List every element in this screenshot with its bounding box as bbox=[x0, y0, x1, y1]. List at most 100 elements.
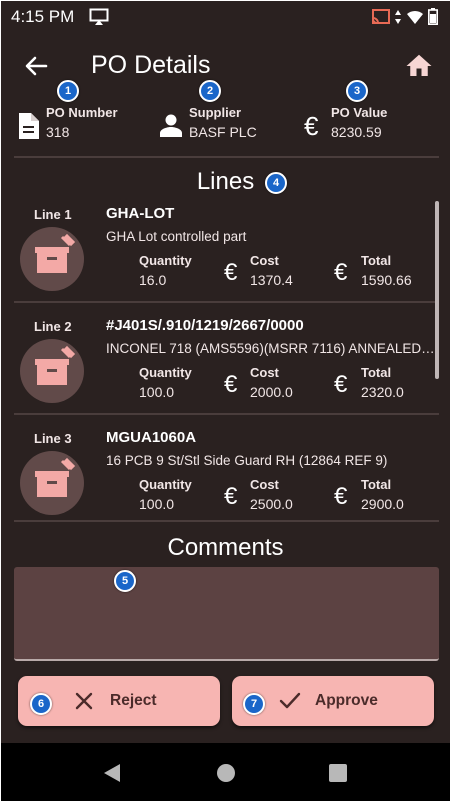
row-divider bbox=[14, 301, 439, 303]
supplier-value: BASF PLC bbox=[189, 124, 257, 140]
nav-recents-icon[interactable] bbox=[329, 764, 347, 787]
quantity-label: Quantity bbox=[139, 477, 192, 492]
po-number-label: PO Number bbox=[46, 105, 118, 120]
line-avatar bbox=[20, 227, 84, 291]
lines-list[interactable]: Line 1 GHA-LOT GHA Lot controlled part Q… bbox=[14, 201, 439, 523]
quantity-value: 100.0 bbox=[139, 496, 175, 512]
euro-icon: € bbox=[334, 371, 348, 398]
comments-title: Comments bbox=[167, 534, 284, 561]
annotation-badge-2: 2 bbox=[199, 80, 221, 102]
quantity-cell: Quantity 100.0 bbox=[139, 477, 192, 512]
part-number: MGUA1060A bbox=[106, 429, 197, 446]
total-label: Total bbox=[361, 477, 392, 492]
cost-cell: Cost 2000.0 bbox=[250, 365, 293, 400]
approve-label: Approve bbox=[315, 692, 378, 709]
total-cell: Total 1590.66 bbox=[361, 253, 412, 288]
euro-icon: € bbox=[334, 259, 348, 286]
supplier-label: Supplier bbox=[189, 105, 242, 120]
cost-cell: Cost 2500.0 bbox=[250, 477, 293, 512]
total-cell: Total 2320.0 bbox=[361, 365, 404, 400]
list-item[interactable]: Line 3 MGUA1060A 16 PCB 9 St/Stl Side Gu… bbox=[14, 425, 439, 523]
cast-icon bbox=[372, 8, 390, 30]
lines-title-text: Lines bbox=[196, 168, 255, 195]
comments-input[interactable] bbox=[14, 567, 439, 661]
cost-value: 1370.4 bbox=[250, 272, 293, 288]
po-number: PO Number 318 bbox=[46, 105, 118, 145]
cost-label: Cost bbox=[250, 477, 279, 492]
cost-value: 2500.0 bbox=[250, 496, 293, 512]
euro-icon: € bbox=[224, 371, 238, 398]
header-divider bbox=[14, 156, 439, 158]
list-item[interactable]: Line 2 #J401S/.910/1219/2667/0000 INCONE… bbox=[14, 313, 439, 423]
toolbox-icon bbox=[35, 457, 76, 497]
back-button[interactable] bbox=[21, 51, 51, 81]
nav-back-icon[interactable] bbox=[103, 763, 121, 788]
navigation-bar bbox=[1, 743, 450, 801]
total-value: 2320.0 bbox=[361, 384, 404, 400]
part-description: GHA Lot controlled part bbox=[106, 229, 247, 244]
total-label: Total bbox=[361, 253, 392, 268]
screen-cast-icon bbox=[89, 8, 109, 31]
row-divider bbox=[14, 520, 439, 522]
euro-icon: € bbox=[224, 483, 238, 510]
euro-icon: € bbox=[304, 111, 319, 141]
cost-cell: Cost 1370.4 bbox=[250, 253, 293, 288]
total-value: 1590.66 bbox=[361, 272, 412, 288]
annotation-badge-4: 4 bbox=[265, 172, 287, 194]
home-icon bbox=[406, 54, 432, 76]
supplier: Supplier BASF PLC bbox=[189, 105, 257, 145]
reject-label: Reject bbox=[110, 692, 157, 709]
euro-icon: € bbox=[224, 259, 238, 286]
annotation-badge-5: 5 bbox=[114, 570, 136, 592]
arrow-left-icon bbox=[25, 56, 48, 76]
part-number: GHA-LOT bbox=[106, 205, 175, 222]
euro-icon: € bbox=[334, 483, 348, 510]
annotation-badge-1: 1 bbox=[57, 80, 79, 102]
home-button[interactable] bbox=[404, 51, 434, 81]
wifi-icon bbox=[406, 9, 424, 30]
data-arrows-icon bbox=[394, 9, 402, 30]
status-time: 4:15 PM bbox=[11, 7, 75, 26]
list-item[interactable]: Line 1 GHA-LOT GHA Lot controlled part Q… bbox=[14, 201, 439, 311]
po-value-value: 8230.59 bbox=[331, 124, 382, 140]
part-description: 16 PCB 9 St/Stl Side Guard RH (12864 REF… bbox=[106, 453, 388, 468]
line-number: Line 2 bbox=[34, 319, 72, 334]
po-value-label: PO Value bbox=[331, 105, 388, 120]
cost-value: 2000.0 bbox=[250, 384, 293, 400]
battery-icon bbox=[428, 8, 438, 30]
quantity-label: Quantity bbox=[139, 253, 192, 268]
person-icon bbox=[159, 113, 183, 142]
quantity-cell: Quantity 16.0 bbox=[139, 253, 192, 288]
total-cell: Total 2900.0 bbox=[361, 477, 404, 512]
total-value: 2900.0 bbox=[361, 496, 404, 512]
cost-label: Cost bbox=[250, 253, 279, 268]
quantity-value: 100.0 bbox=[139, 384, 175, 400]
toolbox-icon bbox=[35, 233, 76, 273]
po-value: PO Value 8230.59 bbox=[331, 105, 387, 145]
close-icon bbox=[74, 691, 94, 716]
line-avatar bbox=[20, 339, 84, 403]
quantity-label: Quantity bbox=[139, 365, 192, 380]
status-icons bbox=[372, 8, 438, 30]
quantity-value: 16.0 bbox=[139, 272, 167, 288]
line-number: Line 3 bbox=[34, 431, 72, 446]
annotation-badge-6: 6 bbox=[30, 693, 52, 715]
lines-title: Lines bbox=[1, 168, 450, 196]
line-avatar bbox=[20, 451, 84, 515]
status-bar: 4:15 PM bbox=[1, 1, 450, 31]
line-number: Line 1 bbox=[34, 207, 72, 222]
phone-screen: 4:15 PM PO Details 1 2 3 PO Number 318 S… bbox=[1, 1, 450, 801]
cost-label: Cost bbox=[250, 365, 279, 380]
annotation-badge-7: 7 bbox=[243, 693, 265, 715]
lines-scrollbar[interactable] bbox=[435, 201, 439, 379]
part-number: #J401S/.910/1219/2667/0000 bbox=[106, 317, 304, 334]
part-description: INCONEL 718 (AMS5596)(MSRR 7116) ANNEALE… bbox=[106, 341, 436, 356]
toolbox-icon bbox=[35, 345, 76, 385]
total-label: Total bbox=[361, 365, 392, 380]
page-title: PO Details bbox=[91, 51, 211, 79]
quantity-cell: Quantity 100.0 bbox=[139, 365, 192, 400]
check-icon bbox=[279, 691, 301, 716]
row-divider bbox=[14, 413, 439, 415]
nav-home-icon[interactable] bbox=[216, 763, 236, 788]
document-icon bbox=[17, 113, 39, 144]
